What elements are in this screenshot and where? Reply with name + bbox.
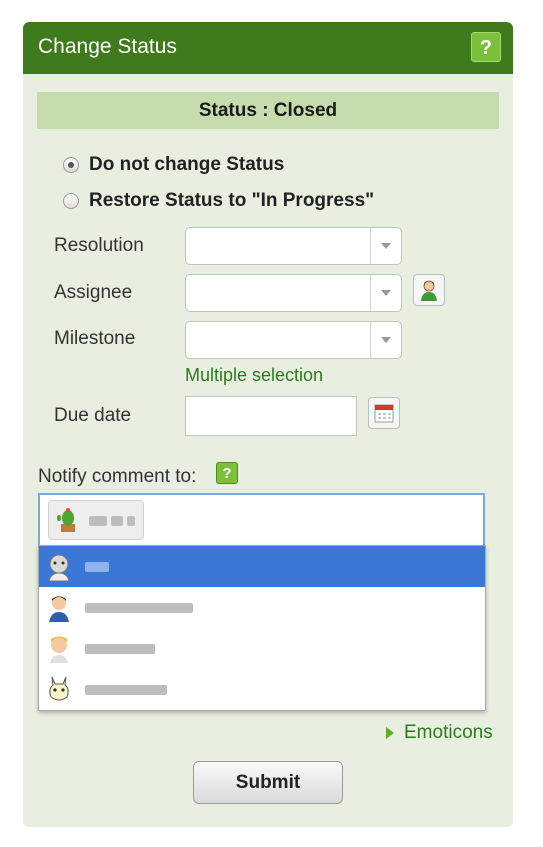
milestone-label: Milestone: [54, 328, 136, 349]
notify-recipients-input[interactable]: [38, 493, 485, 547]
help-icon[interactable]: ?: [216, 462, 238, 484]
radio-label: Do not change Status: [89, 154, 285, 175]
emoticons-label: Emoticons: [404, 722, 493, 743]
list-item[interactable]: [39, 587, 485, 628]
list-item[interactable]: [39, 669, 485, 710]
chevron-down-icon[interactable]: [370, 275, 401, 311]
triangle-right-icon: [386, 727, 394, 739]
list-item[interactable]: [39, 546, 485, 587]
radio-button[interactable]: [63, 193, 79, 209]
recipient-suggestions: [38, 545, 486, 711]
radio-label: Restore Status to "In Progress": [89, 190, 375, 211]
calendar-icon[interactable]: [368, 397, 400, 429]
change-status-panel: Change Status ? Status : Closed Do not c…: [23, 22, 513, 827]
due-date-input[interactable]: [185, 396, 357, 436]
notify-comment-label: Notify comment to:: [38, 466, 197, 487]
avatar: [49, 596, 69, 622]
blurred-name: [85, 603, 193, 613]
blurred-name: [127, 516, 135, 526]
avatar: [48, 554, 70, 582]
radio-do-not-change[interactable]: Do not change Status: [63, 152, 284, 178]
current-status-banner: Status : Closed: [37, 92, 499, 129]
radio-button-checked[interactable]: [63, 157, 79, 173]
panel-title: Change Status: [38, 35, 177, 58]
multiple-selection-link[interactable]: Multiple selection: [185, 365, 323, 386]
user-icon[interactable]: [413, 274, 445, 306]
avatar: [50, 636, 68, 663]
list-item[interactable]: [39, 628, 485, 669]
due-date-label: Due date: [54, 405, 132, 426]
radio-restore-in-progress[interactable]: Restore Status to "In Progress": [63, 188, 374, 214]
blurred-name: [111, 516, 123, 526]
blurred-name: [85, 562, 109, 572]
chevron-down-icon[interactable]: [370, 322, 401, 358]
panel-header: Change Status ?: [23, 22, 513, 74]
blurred-name: [85, 685, 167, 695]
recipient-chip[interactable]: [48, 500, 144, 540]
resolution-select[interactable]: [185, 227, 402, 265]
avatar: [49, 676, 69, 701]
blurred-name: [85, 644, 155, 654]
avatar: [57, 508, 75, 532]
milestone-select[interactable]: [185, 321, 402, 359]
emoticons-toggle[interactable]: Emoticons: [386, 722, 493, 744]
assignee-label: Assignee: [54, 282, 133, 303]
blurred-name: [89, 516, 107, 526]
help-icon[interactable]: ?: [471, 32, 501, 62]
submit-button[interactable]: Submit: [193, 761, 343, 804]
chevron-down-icon[interactable]: [370, 228, 401, 264]
resolution-label: Resolution: [54, 235, 144, 256]
assignee-select[interactable]: [185, 274, 402, 312]
